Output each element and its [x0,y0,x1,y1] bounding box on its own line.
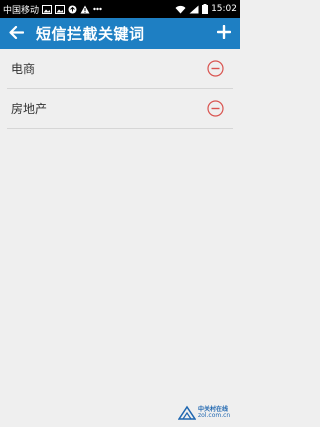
clock: 15:02 [211,4,237,14]
image-icon [55,4,66,14]
remove-keyword-button[interactable] [207,60,224,77]
sync-icon [68,5,77,14]
minus-circle-icon [207,100,224,117]
image-icon [42,4,53,14]
app-bar: 短信拦截关键词 [0,18,240,49]
page-title: 短信拦截关键词 [36,25,145,43]
signal-icon [189,5,199,14]
keyword-label: 电商 [11,62,36,76]
carrier-label: 中国移动 [3,5,40,16]
battery-icon [202,4,209,14]
more-dots-icon [93,7,102,11]
remove-keyword-button[interactable] [207,100,224,117]
list-item: 房地产 [7,89,233,129]
plus-icon [216,24,232,43]
status-bar: 中国移动 15:02 [0,0,240,18]
minus-circle-icon [207,60,224,77]
wifi-icon [175,5,186,14]
keyword-label: 房地产 [11,102,48,116]
arrow-left-icon [8,24,24,43]
back-button[interactable] [0,18,32,49]
zol-logo-icon [178,405,196,420]
watermark: 中关村在线 zol.com.cn [178,403,236,423]
warning-icon [80,5,90,14]
add-keyword-button[interactable] [208,18,240,49]
watermark-line2: zol.com.cn [198,412,231,419]
list-item: 电商 [7,49,233,89]
keyword-list: 电商 房地产 [0,49,240,129]
